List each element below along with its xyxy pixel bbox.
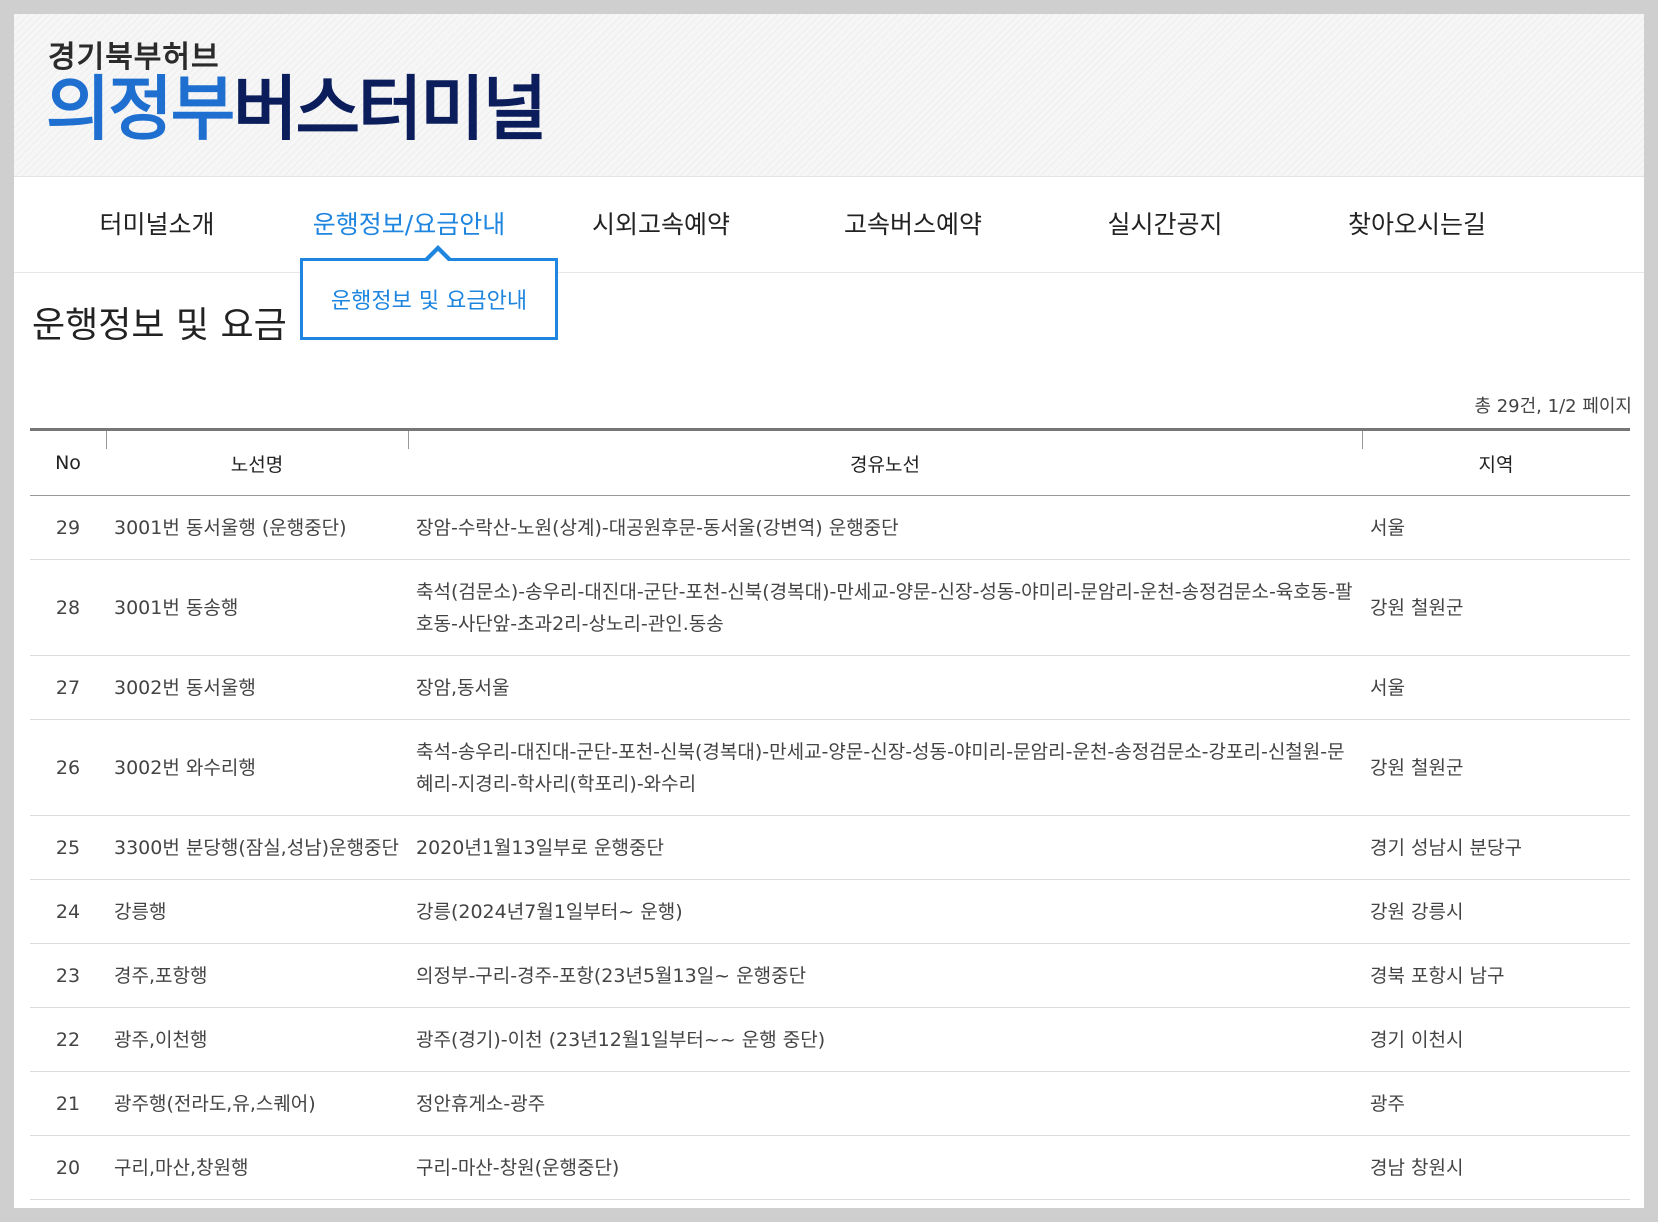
header-via-route-label: 경유노선 xyxy=(850,453,920,476)
row-no: 25 xyxy=(30,815,106,880)
row-via-route: 장암-수락산-노원(상계)-대공원후문-동서울(강변역) 운행중단 xyxy=(408,495,1362,560)
table-row[interactable]: 29 3001번 동서울행 (운행중단) 장암-수락산-노원(상계)-대공원후문… xyxy=(30,495,1630,560)
row-no: 27 xyxy=(30,655,106,720)
nav-item-express-reservation[interactable]: 고속버스예약 xyxy=(780,177,1046,272)
nav-item-intercity-reservation[interactable]: 시외고속예약 xyxy=(528,177,794,272)
row-route-name[interactable]: 구리,마산,창원행 xyxy=(106,1135,408,1200)
table-row[interactable]: 25 3300번 분당행(잠실,성남)운행중단 2020년1월13일부로 운행중… xyxy=(30,815,1630,880)
header-divider xyxy=(1362,431,1363,449)
page-title: 운행정보 및 요금 xyxy=(32,305,287,346)
row-via-route: 의정부-구리-경주-포항(23년5월13일~ 운행중단 xyxy=(408,943,1362,1008)
header-divider xyxy=(106,431,107,449)
row-via-route: 축석-송우리-대진대-군단-포천-신북(경복대)-만세교-양문-신장-성동-야미… xyxy=(408,719,1362,816)
row-region: 경기 성남시 분당구 xyxy=(1362,815,1630,880)
row-region: 강원 철원군 xyxy=(1362,719,1630,816)
nav-item-terminal-intro[interactable]: 터미널소개 xyxy=(24,177,290,272)
page-frame: 경기북부허브 의정부버스터미널 터미널소개 운행정보/요금안내 시외고속예약 고… xyxy=(14,14,1644,1208)
logo-text-secondary: 버스터미널 xyxy=(233,68,547,150)
row-route-name[interactable]: 3002번 동서울행 xyxy=(106,655,408,720)
row-no: 26 xyxy=(30,719,106,816)
header-region: 지역 xyxy=(1362,428,1630,496)
row-route-name[interactable]: 광주,이천행 xyxy=(106,1007,408,1072)
table-row[interactable]: 27 3002번 동서울행 장암,동서울 서울 xyxy=(30,655,1630,720)
row-region: 서울 xyxy=(1362,655,1630,720)
pagination-summary: 총 29건, 1/2 페이지 xyxy=(1474,396,1632,417)
main-nav: 터미널소개 운행정보/요금안내 시외고속예약 고속버스예약 실시간공지 찾아오시… xyxy=(14,177,1644,273)
header-route-name-label: 노선명 xyxy=(230,453,284,476)
row-region: 강원 철원군 xyxy=(1362,559,1630,656)
site-logo[interactable]: 의정부버스터미널 xyxy=(46,64,547,154)
row-route-name[interactable]: 경주,포항행 xyxy=(106,943,408,1008)
row-via-route: 장암,동서울 xyxy=(408,655,1362,720)
table-row[interactable]: 26 3002번 와수리행 축석-송우리-대진대-군단-포천-신북(경복대)-만… xyxy=(30,719,1630,816)
table-row[interactable]: 24 강릉행 강릉(2024년7월1일부터~ 운행) 강원 강릉시 xyxy=(30,879,1630,944)
row-via-route: 2020년1월13일부로 운행중단 xyxy=(408,815,1362,880)
site-header: 경기북부허브 의정부버스터미널 xyxy=(14,14,1644,177)
row-route-name[interactable]: 3001번 동서울행 (운행중단) xyxy=(106,495,408,560)
row-region: 경기 이천시 xyxy=(1362,1007,1630,1072)
row-region: 광주 xyxy=(1362,1071,1630,1136)
row-no: 29 xyxy=(30,495,106,560)
row-no: 22 xyxy=(30,1007,106,1072)
row-route-name[interactable]: 3002번 와수리행 xyxy=(106,719,408,816)
row-region: 서울 xyxy=(1362,495,1630,560)
row-route-name[interactable]: 3300번 분당행(잠실,성남)운행중단 xyxy=(106,815,408,880)
row-via-route: 구리-마산-창원(운행중단) xyxy=(408,1135,1362,1200)
row-region: 경남 창원시 xyxy=(1362,1135,1630,1200)
row-no: 23 xyxy=(30,943,106,1008)
header-no: No xyxy=(30,428,106,496)
row-route-name[interactable]: 강릉행 xyxy=(106,879,408,944)
header-route-name: 노선명 xyxy=(106,428,408,496)
row-via-route: 축석(검문소)-송우리-대진대-군단-포천-신북(경복대)-만세교-양문-신장-… xyxy=(408,559,1362,656)
row-region: 경북 포항시 남구 xyxy=(1362,943,1630,1008)
row-via-route: 정안휴게소-광주 xyxy=(408,1071,1362,1136)
table-row[interactable]: 20 구리,마산,창원행 구리-마산-창원(운행중단) 경남 창원시 xyxy=(30,1135,1630,1200)
dropdown-caret-fill xyxy=(428,251,448,261)
row-via-route: 광주(경기)-이천 (23년12월1일부터~~ 운행 중단) xyxy=(408,1007,1362,1072)
header-divider xyxy=(408,431,409,449)
row-no: 28 xyxy=(30,559,106,656)
table-row[interactable]: 23 경주,포항행 의정부-구리-경주-포항(23년5월13일~ 운행중단 경북… xyxy=(30,943,1630,1008)
header-region-label: 지역 xyxy=(1478,453,1514,476)
logo-text-primary: 의정부 xyxy=(46,68,235,150)
header-via-route: 경유노선 xyxy=(408,428,1362,496)
row-route-name[interactable]: 3001번 동송행 xyxy=(106,559,408,656)
row-route-name[interactable]: 광주행(전라도,유,스퀘어) xyxy=(106,1071,408,1136)
row-region: 강원 강릉시 xyxy=(1362,879,1630,944)
table-header-row: No 노선명 경유노선 지역 xyxy=(30,428,1630,496)
row-no: 21 xyxy=(30,1071,106,1136)
nav-item-live-notice[interactable]: 실시간공지 xyxy=(1032,177,1298,272)
row-no: 24 xyxy=(30,879,106,944)
table-row[interactable]: 21 광주행(전라도,유,스퀘어) 정안휴게소-광주 광주 xyxy=(30,1071,1630,1136)
dropdown-item-route-fare-info[interactable]: 운행정보 및 요금안내 xyxy=(303,261,555,343)
nav-item-directions[interactable]: 찾아오시는길 xyxy=(1284,177,1550,272)
row-via-route: 강릉(2024년7월1일부터~ 운행) xyxy=(408,879,1362,944)
route-table: No 노선명 경유노선 지역 29 3001번 동서울행 (운행중단) 장암-수… xyxy=(30,428,1630,1200)
nav-dropdown: 운행정보 및 요금안내 xyxy=(300,258,558,340)
table-row[interactable]: 28 3001번 동송행 축석(검문소)-송우리-대진대-군단-포천-신북(경복… xyxy=(30,559,1630,656)
table-row[interactable]: 22 광주,이천행 광주(경기)-이천 (23년12월1일부터~~ 운행 중단)… xyxy=(30,1007,1630,1072)
row-no: 20 xyxy=(30,1135,106,1200)
